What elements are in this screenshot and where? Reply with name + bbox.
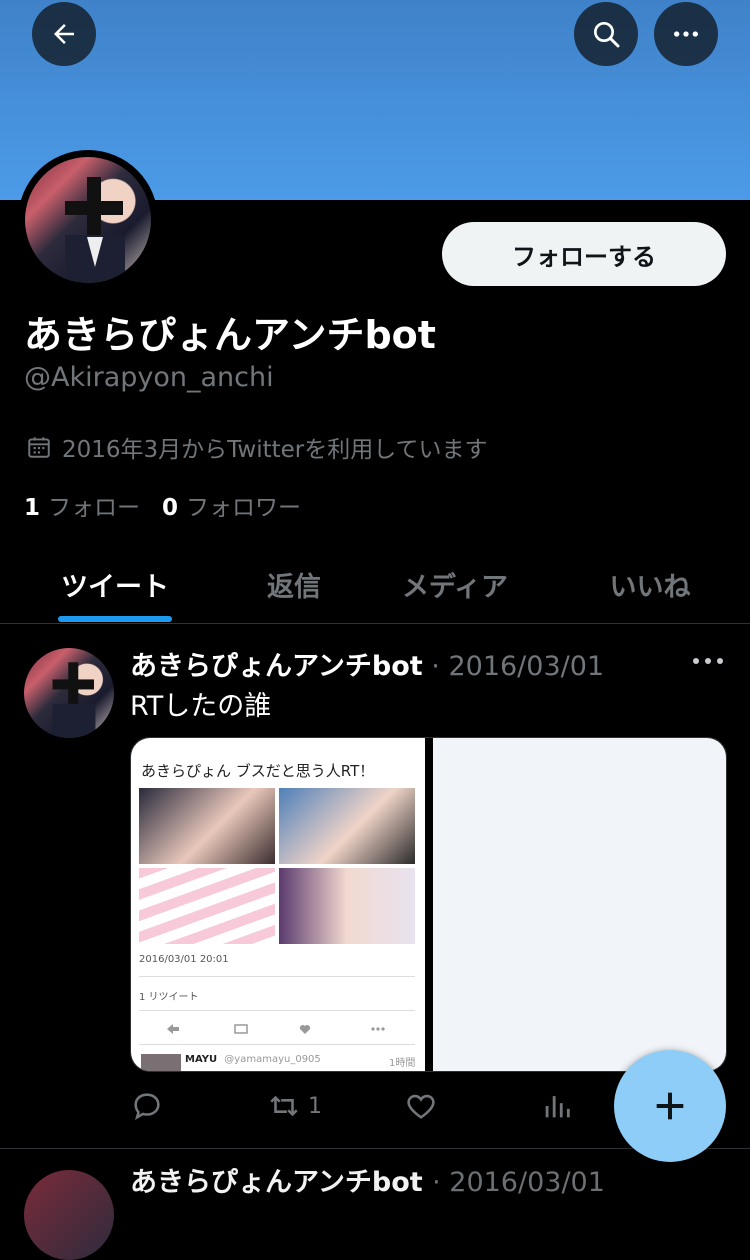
active-tab-indicator <box>58 616 172 622</box>
retweet-count: 1 <box>308 1093 322 1119</box>
embedded-photo <box>279 868 415 944</box>
tab-tweets[interactable]: ツイート <box>24 545 206 623</box>
join-date: 2016年3月からTwitterを利用しています <box>26 430 488 464</box>
avatar-image <box>25 157 151 283</box>
next-tweet-author[interactable]: あきらぴょんアンチbot <box>130 1167 423 1198</box>
followers-count: 0 <box>162 495 179 521</box>
profile-display-name: あきらぴょんアンチbot <box>24 313 436 357</box>
embedded-action-icons <box>167 1024 385 1034</box>
more-horizontal-icon <box>674 31 698 37</box>
embedded-photo <box>139 788 275 864</box>
divider <box>139 1010 415 1011</box>
followers-link[interactable]: 0 フォロワー <box>162 488 301 522</box>
embedded-reply-time: 1時間 <box>389 1058 416 1069</box>
following-link[interactable]: 1 フォロー <box>24 488 140 522</box>
retweet-icon <box>270 1095 298 1117</box>
embedded-reply-user: MAYU @yamamayu_0905 <box>185 1054 321 1065</box>
embedded-photo <box>139 868 275 944</box>
search-button[interactable] <box>574 2 638 66</box>
tweet-media[interactable]: あきらぴょん ブスだと思う人RT！ 2016/03/01 20:01 1 リツイ… <box>130 737 727 1072</box>
compose-tweet-button[interactable] <box>614 1050 726 1162</box>
tweet-date[interactable]: · 2016/03/01 <box>431 651 604 682</box>
profile-avatar[interactable] <box>18 150 158 290</box>
reply-button[interactable] <box>130 1088 164 1124</box>
tweet-author[interactable]: あきらぴょんアンチbot <box>130 651 423 682</box>
embedded-title: あきらぴょん ブスだと思う人RT！ <box>141 762 375 780</box>
more-horizontal-icon <box>693 658 723 664</box>
tab-replies[interactable]: 返信 <box>206 545 382 623</box>
like-button[interactable] <box>404 1088 438 1124</box>
arrow-left-icon <box>54 24 74 44</box>
heart-icon <box>407 1094 435 1119</box>
divider <box>139 1044 415 1045</box>
followers-label: フォロワー <box>186 495 302 521</box>
following-count: 1 <box>24 495 41 521</box>
retweet-button[interactable]: 1 <box>266 1088 322 1124</box>
more-options-button[interactable] <box>654 2 718 66</box>
join-date-text: 2016年3月からTwitterを利用しています <box>62 437 488 463</box>
tweet-header: あきらぴょんアンチbot · 2016/03/01 <box>130 644 604 683</box>
calendar-icon <box>28 437 50 458</box>
next-tweet-avatar[interactable] <box>24 1170 114 1260</box>
divider <box>139 976 415 977</box>
follow-button[interactable]: フォローする <box>442 222 726 286</box>
profile-handle: @Akirapyon_anchi <box>24 362 274 393</box>
following-label: フォロー <box>48 495 141 521</box>
tab-media[interactable]: メディア <box>380 545 530 623</box>
profile-tabs: ツイート 返信 メディア いいね <box>0 545 750 624</box>
next-tweet-date[interactable]: · 2016/03/01 <box>432 1167 605 1198</box>
embedded-reply-avatar <box>141 1054 181 1071</box>
reply-icon <box>134 1093 160 1120</box>
tweet-text: RTしたの誰 <box>130 691 272 722</box>
embedded-retweets: 1 リツイート <box>139 992 199 1003</box>
embedded-photo <box>279 788 415 864</box>
next-tweet-header: あきらぴょんアンチbot · 2016/03/01 <box>130 1160 605 1199</box>
media-second-image <box>433 738 726 1071</box>
tweet-more-button[interactable] <box>690 648 726 674</box>
embedded-timestamp: 2016/03/01 20:01 <box>139 954 229 965</box>
tab-likes[interactable]: いいね <box>580 545 720 623</box>
tweet-avatar[interactable] <box>24 648 114 738</box>
plus-icon <box>656 1092 684 1120</box>
follow-counts: 1 フォロー 0 フォロワー <box>24 488 301 522</box>
back-button[interactable] <box>32 2 96 66</box>
analytics-icon <box>545 1096 570 1118</box>
search-icon <box>594 22 620 48</box>
embedded-screenshot: あきらぴょん ブスだと思う人RT！ 2016/03/01 20:01 1 リツイ… <box>131 738 425 1071</box>
analytics-button[interactable] <box>540 1088 574 1124</box>
